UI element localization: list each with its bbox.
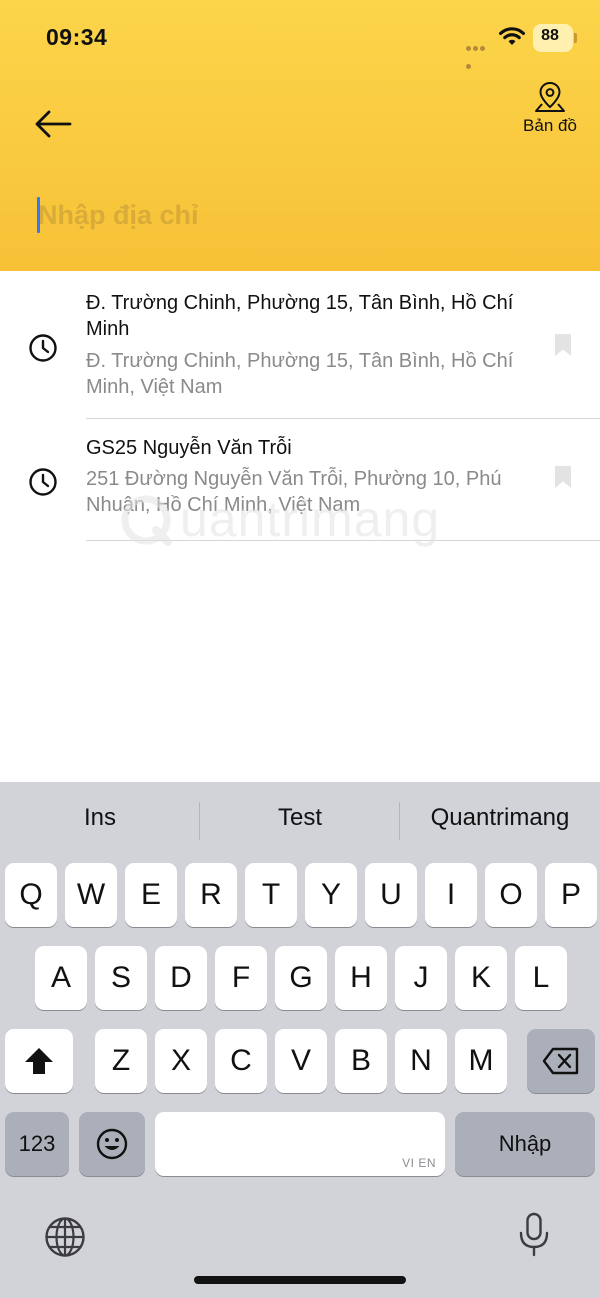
key-s[interactable]: S xyxy=(95,946,147,1010)
shift-key[interactable] xyxy=(5,1029,73,1093)
home-indicator xyxy=(194,1276,406,1284)
recent-locations-list: Đ. Trường Chinh, Phường 15, Tân Bình, Hồ… xyxy=(0,271,600,541)
recent-item-title: GS25 Nguyễn Văn Trỗi xyxy=(86,437,292,459)
microphone-icon[interactable] xyxy=(518,1212,550,1258)
clock-icon xyxy=(29,468,57,496)
shift-icon xyxy=(25,1048,53,1074)
key-g[interactable]: G xyxy=(275,946,327,1010)
key-e[interactable]: E xyxy=(125,863,177,927)
key-y[interactable]: Y xyxy=(305,863,357,927)
header: 09:34 88 Bản đồ xyxy=(0,0,600,271)
key-v[interactable]: V xyxy=(275,1029,327,1093)
wifi-icon xyxy=(499,27,525,45)
suggestion-2[interactable]: Test xyxy=(200,804,400,832)
address-input[interactable] xyxy=(34,192,574,238)
map-button[interactable]: Bản đồ xyxy=(510,80,590,144)
key-q[interactable]: Q xyxy=(5,863,57,927)
key-j[interactable]: J xyxy=(395,946,447,1010)
key-u[interactable]: U xyxy=(365,863,417,927)
recent-item-title: Đ. Trường Chinh, Phường 15, Tân Bình, Hồ… xyxy=(86,292,514,340)
text-caret xyxy=(37,197,40,233)
key-f[interactable]: F xyxy=(215,946,267,1010)
key-h[interactable]: H xyxy=(335,946,387,1010)
numbers-key[interactable]: 123 xyxy=(5,1112,69,1176)
key-r[interactable]: R xyxy=(185,863,237,927)
key-o[interactable]: O xyxy=(485,863,537,927)
key-w[interactable]: W xyxy=(65,863,117,927)
suggestion-3[interactable]: Quantrimang xyxy=(400,804,600,832)
suggestion-1[interactable]: Ins xyxy=(0,804,200,832)
key-t[interactable]: T xyxy=(245,863,297,927)
key-z[interactable]: Z xyxy=(95,1029,147,1093)
recent-item[interactable]: GS25 Nguyễn Văn Trỗi 251 Đường Nguyễn Vă… xyxy=(0,419,600,541)
divider xyxy=(86,540,600,541)
backspace-icon xyxy=(542,1047,579,1075)
key-b[interactable]: B xyxy=(335,1029,387,1093)
back-button[interactable] xyxy=(30,106,74,142)
key-a[interactable]: A xyxy=(35,946,87,1010)
key-l[interactable]: L xyxy=(515,946,567,1010)
recent-item[interactable]: Đ. Trường Chinh, Phường 15, Tân Bình, Hồ… xyxy=(0,271,600,419)
space-key[interactable]: VI EN xyxy=(155,1112,445,1176)
bookmark-icon[interactable] xyxy=(554,333,572,357)
key-m[interactable]: M xyxy=(455,1029,507,1093)
key-c[interactable]: C xyxy=(215,1029,267,1093)
arrow-left-icon xyxy=(35,110,72,138)
key-k[interactable]: K xyxy=(455,946,507,1010)
bookmark-icon[interactable] xyxy=(554,465,572,489)
battery-cap xyxy=(574,33,577,43)
delete-key[interactable] xyxy=(527,1029,595,1093)
key-x[interactable]: X xyxy=(155,1029,207,1093)
key-i[interactable]: I xyxy=(425,863,477,927)
globe-icon[interactable] xyxy=(44,1216,86,1258)
status-time: 09:34 xyxy=(46,24,108,50)
address-field[interactable] xyxy=(34,192,574,238)
map-pin-icon xyxy=(535,81,565,112)
emoji-key[interactable] xyxy=(79,1112,145,1176)
clock-icon xyxy=(29,334,57,362)
battery-level: 88 xyxy=(541,27,559,44)
key-p[interactable]: P xyxy=(545,863,597,927)
return-key[interactable]: Nhập xyxy=(455,1112,595,1176)
recent-item-address: Đ. Trường Chinh, Phường 15, Tân Bình, Hồ… xyxy=(86,350,514,398)
suggestion-bar: Ins Test Quantrimang xyxy=(0,782,600,862)
key-n[interactable]: N xyxy=(395,1029,447,1093)
recent-item-address: 251 Đường Nguyễn Văn Trỗi, Phường 10, Ph… xyxy=(86,468,502,516)
emoji-icon xyxy=(96,1128,128,1160)
space-language-hint: VI EN xyxy=(402,1156,436,1170)
key-d[interactable]: D xyxy=(155,946,207,1010)
keyboard: Ins Test Quantrimang Q W E R T Y U I O P… xyxy=(0,782,600,1298)
battery-indicator: 88 xyxy=(533,24,577,52)
signal-dots-icon xyxy=(466,38,492,69)
map-label: Bản đồ xyxy=(523,116,577,135)
